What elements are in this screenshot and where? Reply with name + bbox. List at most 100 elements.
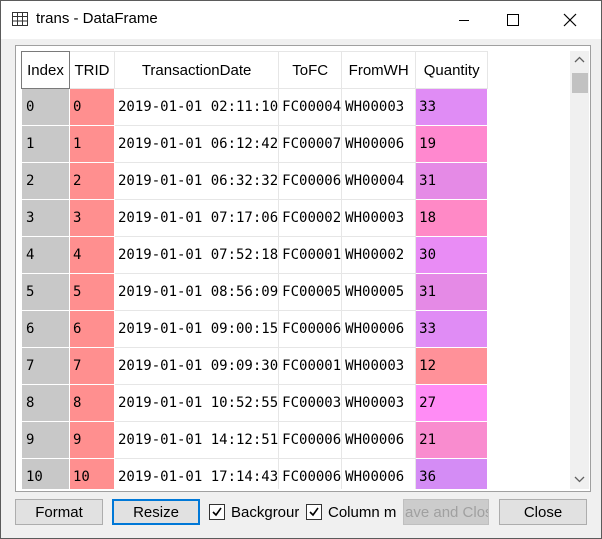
fromwh-cell[interactable]: WH00006 [341,125,417,163]
tofc-cell[interactable]: FC00001 [278,236,343,274]
trid-cell[interactable]: 1 [69,125,115,163]
table-row: 2 2 2019-01-01 06:32:32 FC00006 WH00004 31 [21,162,489,200]
trid-cell[interactable]: 6 [69,310,115,348]
column-header-tofc[interactable]: ToFC [278,51,343,89]
table-row: 9 9 2019-01-01 14:12:51 FC00006 WH00006 21 [21,421,489,459]
checkmark-icon [309,507,319,517]
transactiondate-cell[interactable]: 2019-01-01 14:12:51 [113,421,280,459]
minimize-icon [459,20,469,21]
trid-cell[interactable]: 4 [69,236,115,274]
transactiondate-cell[interactable]: 2019-01-01 17:14:43 [113,458,280,489]
index-cell[interactable]: 5 [21,273,70,311]
fromwh-cell[interactable]: WH00002 [341,236,417,274]
quantity-cell[interactable]: 18 [415,199,489,237]
vertical-scrollbar[interactable] [570,51,589,489]
transactiondate-cell[interactable]: 2019-01-01 06:32:32 [113,162,280,200]
tofc-cell[interactable]: FC00007 [278,125,343,163]
resize-button[interactable]: Resize [112,499,200,525]
trid-cell[interactable]: 7 [69,347,115,385]
transactiondate-cell[interactable]: 2019-01-01 07:52:18 [113,236,280,274]
tofc-cell[interactable]: FC00006 [278,458,343,489]
transactiondate-cell[interactable]: 2019-01-01 02:11:10 [113,88,280,126]
quantity-cell[interactable]: 27 [415,384,489,422]
trid-cell[interactable]: 8 [69,384,115,422]
save-and-close-button[interactable]: ave and Clos [403,499,489,525]
minimize-button[interactable] [441,1,487,39]
quantity-cell[interactable]: 36 [415,458,489,489]
index-cell[interactable]: 0 [21,88,70,126]
index-cell[interactable]: 7 [21,347,70,385]
table-icon [12,12,28,26]
table-row: 3 3 2019-01-01 07:17:06 FC00002 WH00003 18 [21,199,489,237]
transactiondate-cell[interactable]: 2019-01-01 09:00:15 [113,310,280,348]
close-button[interactable]: Close [499,499,587,525]
fromwh-cell[interactable]: WH00006 [341,310,417,348]
tofc-cell[interactable]: FC00006 [278,421,343,459]
checkbox-box[interactable] [306,504,322,520]
index-cell[interactable]: 2 [21,162,70,200]
fromwh-cell[interactable]: WH00006 [341,458,417,489]
fromwh-cell[interactable]: WH00003 [341,88,417,126]
table-row: 6 6 2019-01-01 09:00:15 FC00006 WH00006 33 [21,310,489,348]
table-viewport[interactable]: Index TRID TransactionDate ToFC FromWH Q… [21,51,566,489]
trid-cell[interactable]: 3 [69,199,115,237]
maximize-button[interactable] [490,1,536,39]
trid-cell[interactable]: 10 [69,458,115,489]
column-header-index[interactable]: Index [21,51,70,89]
title-bar[interactable]: trans - DataFrame [1,1,601,39]
column-header-fromwh[interactable]: FromWH [341,51,417,89]
tofc-cell[interactable]: FC00006 [278,162,343,200]
column-min-checkbox[interactable]: Column mi [306,501,396,523]
index-cell[interactable]: 4 [21,236,70,274]
trid-cell[interactable]: 9 [69,421,115,459]
table-row: 1 1 2019-01-01 06:12:42 FC00007 WH00006 19 [21,125,489,163]
background-checkbox[interactable]: Backgrour [209,501,299,523]
column-header-quantity[interactable]: Quantity [415,51,489,89]
tofc-cell[interactable]: FC00005 [278,273,343,311]
quantity-cell[interactable]: 19 [415,125,489,163]
fromwh-cell[interactable]: WH00003 [341,384,417,422]
table-row: 7 7 2019-01-01 09:09:30 FC00001 WH00003 12 [21,347,489,385]
transactiondate-cell[interactable]: 2019-01-01 07:17:06 [113,199,280,237]
scrollbar-thumb[interactable] [572,73,588,93]
column-header-transactiondate[interactable]: TransactionDate [113,51,280,89]
transactiondate-cell[interactable]: 2019-01-01 10:52:55 [113,384,280,422]
index-cell[interactable]: 6 [21,310,70,348]
quantity-cell[interactable]: 31 [415,162,489,200]
trid-cell[interactable]: 2 [69,162,115,200]
fromwh-cell[interactable]: WH00005 [341,273,417,311]
fromwh-cell[interactable]: WH00003 [341,347,417,385]
close-window-button[interactable] [547,1,593,39]
trid-cell[interactable]: 0 [69,88,115,126]
index-cell[interactable]: 9 [21,421,70,459]
transactiondate-cell[interactable]: 2019-01-01 08:56:09 [113,273,280,311]
fromwh-cell[interactable]: WH00004 [341,162,417,200]
format-button[interactable]: Format [15,499,103,525]
table-row: 8 8 2019-01-01 10:52:55 FC00003 WH00003 27 [21,384,489,422]
index-cell[interactable]: 1 [21,125,70,163]
scroll-down-arrow-icon[interactable] [574,476,585,483]
quantity-cell[interactable]: 21 [415,421,489,459]
index-cell[interactable]: 3 [21,199,70,237]
tofc-cell[interactable]: FC00006 [278,310,343,348]
scroll-up-arrow-icon[interactable] [574,56,585,63]
tofc-cell[interactable]: FC00002 [278,199,343,237]
fromwh-cell[interactable]: WH00006 [341,421,417,459]
tofc-cell[interactable]: FC00003 [278,384,343,422]
column-header-trid[interactable]: TRID [69,51,115,89]
transactiondate-cell[interactable]: 2019-01-01 09:09:30 [113,347,280,385]
tofc-cell[interactable]: FC00001 [278,347,343,385]
quantity-cell[interactable]: 31 [415,273,489,311]
transactiondate-cell[interactable]: 2019-01-01 06:12:42 [113,125,280,163]
fromwh-cell[interactable]: WH00003 [341,199,417,237]
quantity-cell[interactable]: 30 [415,236,489,274]
quantity-cell[interactable]: 33 [415,88,489,126]
quantity-cell[interactable]: 12 [415,347,489,385]
trid-cell[interactable]: 5 [69,273,115,311]
index-cell[interactable]: 10 [21,458,70,489]
tofc-cell[interactable]: FC00004 [278,88,343,126]
quantity-cell[interactable]: 33 [415,310,489,348]
table-row: 4 4 2019-01-01 07:52:18 FC00001 WH00002 30 [21,236,489,274]
checkbox-box[interactable] [209,504,225,520]
index-cell[interactable]: 8 [21,384,70,422]
